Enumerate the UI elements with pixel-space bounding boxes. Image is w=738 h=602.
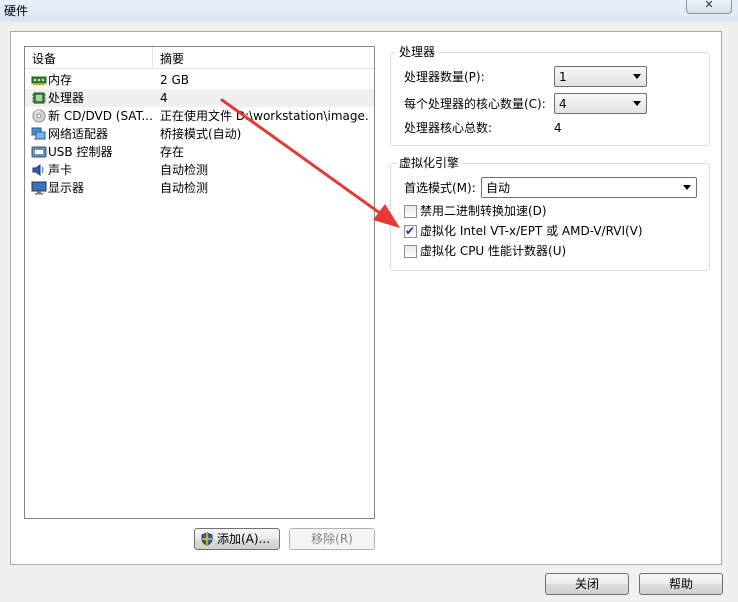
device-summary: 正在使用文件 D:\workstation\image... <box>160 109 370 123</box>
device-name: 网络适配器 <box>48 127 109 141</box>
virtualization-group-title: 虚拟化引擎 <box>396 156 463 170</box>
cores-per-processor-label: 每个处理器的核心数量(C): <box>404 97 546 111</box>
disable-binary-translation-checkbox[interactable] <box>404 205 417 218</box>
device-summary: 存在 <box>160 145 185 159</box>
device-row-network-adapter[interactable]: 网络适配器 桥接模式(自动) <box>25 125 374 143</box>
disable-binary-translation-label: 禁用二进制转换加速(D) <box>420 204 547 218</box>
total-cores-value: 4 <box>554 121 562 135</box>
device-row-cd-dvd[interactable]: 新 CD/DVD (SAT... 正在使用文件 D:\workstation\i… <box>25 107 374 125</box>
cores-per-processor-select[interactable]: 4 <box>554 93 647 114</box>
network-adapter-icon <box>31 127 47 141</box>
device-summary: 桥接模式(自动) <box>160 127 242 141</box>
device-name: USB 控制器 <box>48 145 113 159</box>
device-row-sound-card[interactable]: 声卡 自动检测 <box>25 161 374 179</box>
device-name: 新 CD/DVD (SAT... <box>48 109 152 123</box>
device-name: 声卡 <box>48 163 73 177</box>
column-header-summary[interactable]: 摘要 <box>153 47 374 69</box>
device-name: 内存 <box>48 73 73 87</box>
window-close-button[interactable]: ✕ <box>686 0 732 14</box>
chevron-down-icon <box>683 185 691 190</box>
num-processors-value: 1 <box>559 70 567 84</box>
device-summary: 自动检测 <box>160 163 209 177</box>
virtualize-cpu-perf-counters-label: 虚拟化 CPU 性能计数器(U) <box>420 244 567 258</box>
preferred-mode-value: 自动 <box>486 181 511 195</box>
device-row-processor[interactable]: 处理器 4 <box>25 89 374 107</box>
device-list: 设备 摘要 内存 2 GB 处理器 4 新 CD/DVD (SAT... 正在使… <box>24 46 375 519</box>
processor-icon <box>31 91 47 105</box>
cd-dvd-icon <box>31 109 47 123</box>
device-list-header: 设备 摘要 <box>25 47 374 69</box>
processor-group-title: 处理器 <box>396 45 439 59</box>
display-icon <box>31 181 47 195</box>
usb-icon <box>31 145 47 159</box>
sound-card-icon <box>31 163 47 177</box>
chevron-down-icon <box>633 74 641 79</box>
cores-per-processor-value: 4 <box>559 97 567 111</box>
column-header-device[interactable]: 设备 <box>25 47 153 69</box>
close-icon: ✕ <box>704 0 714 11</box>
remove-device-button[interactable]: 移除(R) <box>289 528 375 550</box>
total-cores-label: 处理器核心总数: <box>404 121 493 135</box>
num-processors-select[interactable]: 1 <box>554 66 647 87</box>
chevron-down-icon <box>633 101 641 106</box>
uac-shield-icon <box>200 532 214 546</box>
window-title: 硬件 <box>4 4 29 18</box>
device-summary: 自动检测 <box>160 181 209 195</box>
title-bar: 硬件 ✕ <box>0 0 738 22</box>
help-button[interactable]: 帮助 <box>639 573 723 595</box>
close-button[interactable]: 关闭 <box>545 573 629 595</box>
add-button-label: 添加(A)... <box>217 532 271 546</box>
device-row-usb-controller[interactable]: USB 控制器 存在 <box>25 143 374 161</box>
device-row-display[interactable]: 显示器 自动检测 <box>25 179 374 197</box>
device-row-memory[interactable]: 内存 2 GB <box>25 71 374 89</box>
device-name: 处理器 <box>48 91 85 105</box>
virtualize-vtx-checkbox[interactable]: ✔ <box>404 224 417 238</box>
add-device-button[interactable]: 添加(A)... <box>194 528 280 550</box>
preferred-mode-label: 首选模式(M): <box>404 181 476 195</box>
virtualize-vtx-label: 虚拟化 Intel VT-x/EPT 或 AMD-V/RVI(V) <box>420 224 643 238</box>
device-summary: 4 <box>160 91 168 105</box>
checkmark-icon: ✔ <box>405 224 416 238</box>
virtualize-cpu-perf-counters-checkbox[interactable] <box>404 245 417 258</box>
device-name: 显示器 <box>48 181 85 195</box>
preferred-mode-select[interactable]: 自动 <box>481 177 697 198</box>
memory-icon <box>31 73 47 87</box>
device-summary: 2 GB <box>160 73 189 87</box>
num-processors-label: 处理器数量(P): <box>404 70 485 84</box>
